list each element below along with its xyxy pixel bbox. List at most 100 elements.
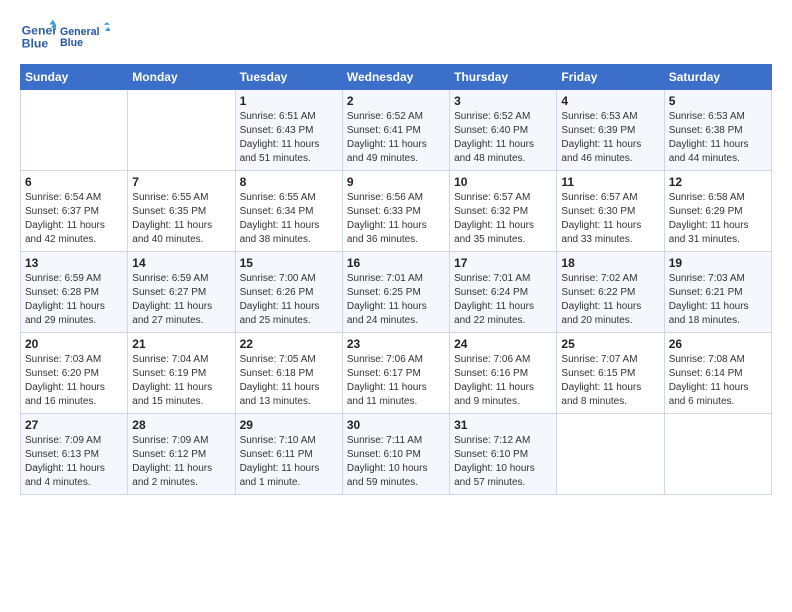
day-number: 1: [240, 94, 338, 108]
day-number: 31: [454, 418, 552, 432]
calendar-cell: 3 Sunrise: 6:52 AMSunset: 6:40 PMDaylight…: [450, 90, 557, 171]
weekday-header: Monday: [128, 65, 235, 90]
day-number: 2: [347, 94, 445, 108]
calendar-week-row: 27 Sunrise: 7:09 AMSunset: 6:13 PMDayligh…: [21, 414, 772, 495]
day-number: 17: [454, 256, 552, 270]
weekday-header: Friday: [557, 65, 664, 90]
cell-info: Sunrise: 7:01 AMSunset: 6:25 PMDaylight:…: [347, 273, 427, 326]
day-number: 19: [669, 256, 767, 270]
calendar-cell: 9 Sunrise: 6:56 AMSunset: 6:33 PMDaylight…: [342, 171, 449, 252]
calendar-cell: 7 Sunrise: 6:55 AMSunset: 6:35 PMDaylight…: [128, 171, 235, 252]
day-number: 15: [240, 256, 338, 270]
day-number: 13: [25, 256, 123, 270]
day-number: 6: [25, 175, 123, 189]
day-number: 16: [347, 256, 445, 270]
day-number: 3: [454, 94, 552, 108]
calendar-cell: 17 Sunrise: 7:01 AMSunset: 6:24 PMDayligh…: [450, 252, 557, 333]
day-number: 30: [347, 418, 445, 432]
generalblue-logo-svg: General Blue: [60, 16, 110, 56]
header: General Blue General Blue: [20, 16, 772, 56]
cell-info: Sunrise: 6:52 AMSunset: 6:41 PMDaylight:…: [347, 111, 427, 164]
calendar-cell: 4 Sunrise: 6:53 AMSunset: 6:39 PMDaylight…: [557, 90, 664, 171]
calendar-cell: 24Sunrise: 7:06 AMSunset: 6:16 PMDayligh…: [450, 333, 557, 414]
cell-info: Sunrise: 6:53 AMSunset: 6:38 PMDaylight:…: [669, 111, 749, 164]
calendar-cell: 31 Sunrise: 7:12 AMSunset: 6:10 PMDayligh…: [450, 414, 557, 495]
cell-info: Sunrise: 6:58 AMSunset: 6:29 PMDaylight:…: [669, 192, 749, 245]
weekday-header: Sunday: [21, 65, 128, 90]
cell-info: Sunrise: 7:11 AMSunset: 6:10 PMDaylight:…: [347, 435, 428, 488]
calendar-cell: 6 Sunrise: 6:54 AMSunset: 6:37 PMDaylight…: [21, 171, 128, 252]
calendar-cell: 15 Sunrise: 7:00 AMSunset: 6:26 PMDayligh…: [235, 252, 342, 333]
day-number: 9: [347, 175, 445, 189]
cell-info: Sunrise: 7:00 AMSunset: 6:26 PMDaylight:…: [240, 273, 320, 326]
page: General Blue General Blue: [0, 0, 792, 612]
svg-text:Blue: Blue: [60, 37, 83, 49]
day-number: 4: [561, 94, 659, 108]
cell-info: Sunrise: 7:06 AMSunset: 6:16 PMDaylight:…: [454, 354, 534, 407]
day-number: 27: [25, 418, 123, 432]
day-number: 29: [240, 418, 338, 432]
cell-info: Sunrise: 6:59 AMSunset: 6:28 PMDaylight:…: [25, 273, 105, 326]
cell-info: Sunrise: 6:56 AMSunset: 6:33 PMDaylight:…: [347, 192, 427, 245]
cell-info: Sunrise: 7:12 AMSunset: 6:10 PMDaylight:…: [454, 435, 535, 488]
calendar-cell: 8 Sunrise: 6:55 AMSunset: 6:34 PMDaylight…: [235, 171, 342, 252]
cell-info: Sunrise: 6:55 AMSunset: 6:35 PMDaylight:…: [132, 192, 212, 245]
cell-info: Sunrise: 6:59 AMSunset: 6:27 PMDaylight:…: [132, 273, 212, 326]
cell-info: Sunrise: 6:51 AMSunset: 6:43 PMDaylight:…: [240, 111, 320, 164]
cell-info: Sunrise: 7:02 AMSunset: 6:22 PMDaylight:…: [561, 273, 641, 326]
calendar-cell: 27 Sunrise: 7:09 AMSunset: 6:13 PMDayligh…: [21, 414, 128, 495]
calendar-cell: 14 Sunrise: 6:59 AMSunset: 6:27 PMDayligh…: [128, 252, 235, 333]
calendar-cell: 1 Sunrise: 6:51 AMSunset: 6:43 PMDaylight…: [235, 90, 342, 171]
svg-text:Blue: Blue: [22, 36, 49, 50]
cell-info: Sunrise: 7:06 AMSunset: 6:17 PMDaylight:…: [347, 354, 427, 407]
calendar-cell: 12 Sunrise: 6:58 AMSunset: 6:29 PMDayligh…: [664, 171, 771, 252]
cell-info: Sunrise: 7:05 AMSunset: 6:18 PMDaylight:…: [240, 354, 320, 407]
calendar-cell: 16 Sunrise: 7:01 AMSunset: 6:25 PMDayligh…: [342, 252, 449, 333]
calendar-cell: 18 Sunrise: 7:02 AMSunset: 6:22 PMDayligh…: [557, 252, 664, 333]
day-number: 25: [561, 337, 659, 351]
calendar-cell: [664, 414, 771, 495]
cell-info: Sunrise: 7:08 AMSunset: 6:14 PMDaylight:…: [669, 354, 749, 407]
day-number: 5: [669, 94, 767, 108]
day-number: 21: [132, 337, 230, 351]
cell-info: Sunrise: 7:03 AMSunset: 6:20 PMDaylight:…: [25, 354, 105, 407]
day-number: 7: [132, 175, 230, 189]
cell-info: Sunrise: 7:09 AMSunset: 6:12 PMDaylight:…: [132, 435, 212, 488]
cell-info: Sunrise: 7:03 AMSunset: 6:21 PMDaylight:…: [669, 273, 749, 326]
calendar-cell: 30 Sunrise: 7:11 AMSunset: 6:10 PMDayligh…: [342, 414, 449, 495]
weekday-header: Thursday: [450, 65, 557, 90]
cell-info: Sunrise: 6:53 AMSunset: 6:39 PMDaylight:…: [561, 111, 641, 164]
calendar-cell: 20 Sunrise: 7:03 AMSunset: 6:20 PMDayligh…: [21, 333, 128, 414]
cell-info: Sunrise: 6:54 AMSunset: 6:37 PMDaylight:…: [25, 192, 105, 245]
weekday-header: Wednesday: [342, 65, 449, 90]
cell-info: Sunrise: 6:55 AMSunset: 6:34 PMDaylight:…: [240, 192, 320, 245]
cell-info: Sunrise: 7:01 AMSunset: 6:24 PMDaylight:…: [454, 273, 534, 326]
cell-info: Sunrise: 6:57 AMSunset: 6:30 PMDaylight:…: [561, 192, 641, 245]
calendar-week-row: 13 Sunrise: 6:59 AMSunset: 6:28 PMDayligh…: [21, 252, 772, 333]
calendar-cell: 5 Sunrise: 6:53 AMSunset: 6:38 PMDaylight…: [664, 90, 771, 171]
calendar-cell: 23Sunrise: 7:06 AMSunset: 6:17 PMDayligh…: [342, 333, 449, 414]
calendar-week-row: 20 Sunrise: 7:03 AMSunset: 6:20 PMDayligh…: [21, 333, 772, 414]
cell-info: Sunrise: 6:57 AMSunset: 6:32 PMDaylight:…: [454, 192, 534, 245]
cell-info: Sunrise: 6:52 AMSunset: 6:40 PMDaylight:…: [454, 111, 534, 164]
day-number: 8: [240, 175, 338, 189]
header-row: SundayMondayTuesdayWednesdayThursdayFrid…: [21, 65, 772, 90]
day-number: 18: [561, 256, 659, 270]
calendar-cell: 25Sunrise: 7:07 AMSunset: 6:15 PMDayligh…: [557, 333, 664, 414]
calendar-table: SundayMondayTuesdayWednesdayThursdayFrid…: [20, 64, 772, 495]
day-number: 12: [669, 175, 767, 189]
day-number: 10: [454, 175, 552, 189]
calendar-cell: [128, 90, 235, 171]
cell-info: Sunrise: 7:09 AMSunset: 6:13 PMDaylight:…: [25, 435, 105, 488]
logo-area: General Blue General Blue: [20, 16, 110, 56]
weekday-header: Tuesday: [235, 65, 342, 90]
calendar-cell: 28Sunrise: 7:09 AMSunset: 6:12 PMDayligh…: [128, 414, 235, 495]
calendar-cell: 11Sunrise: 6:57 AMSunset: 6:30 PMDayligh…: [557, 171, 664, 252]
calendar-cell: 22Sunrise: 7:05 AMSunset: 6:18 PMDayligh…: [235, 333, 342, 414]
calendar-cell: 13 Sunrise: 6:59 AMSunset: 6:28 PMDayligh…: [21, 252, 128, 333]
svg-text:General: General: [60, 26, 100, 38]
day-number: 20: [25, 337, 123, 351]
calendar-cell: 26Sunrise: 7:08 AMSunset: 6:14 PMDayligh…: [664, 333, 771, 414]
day-number: 14: [132, 256, 230, 270]
calendar-cell: 19 Sunrise: 7:03 AMSunset: 6:21 PMDayligh…: [664, 252, 771, 333]
